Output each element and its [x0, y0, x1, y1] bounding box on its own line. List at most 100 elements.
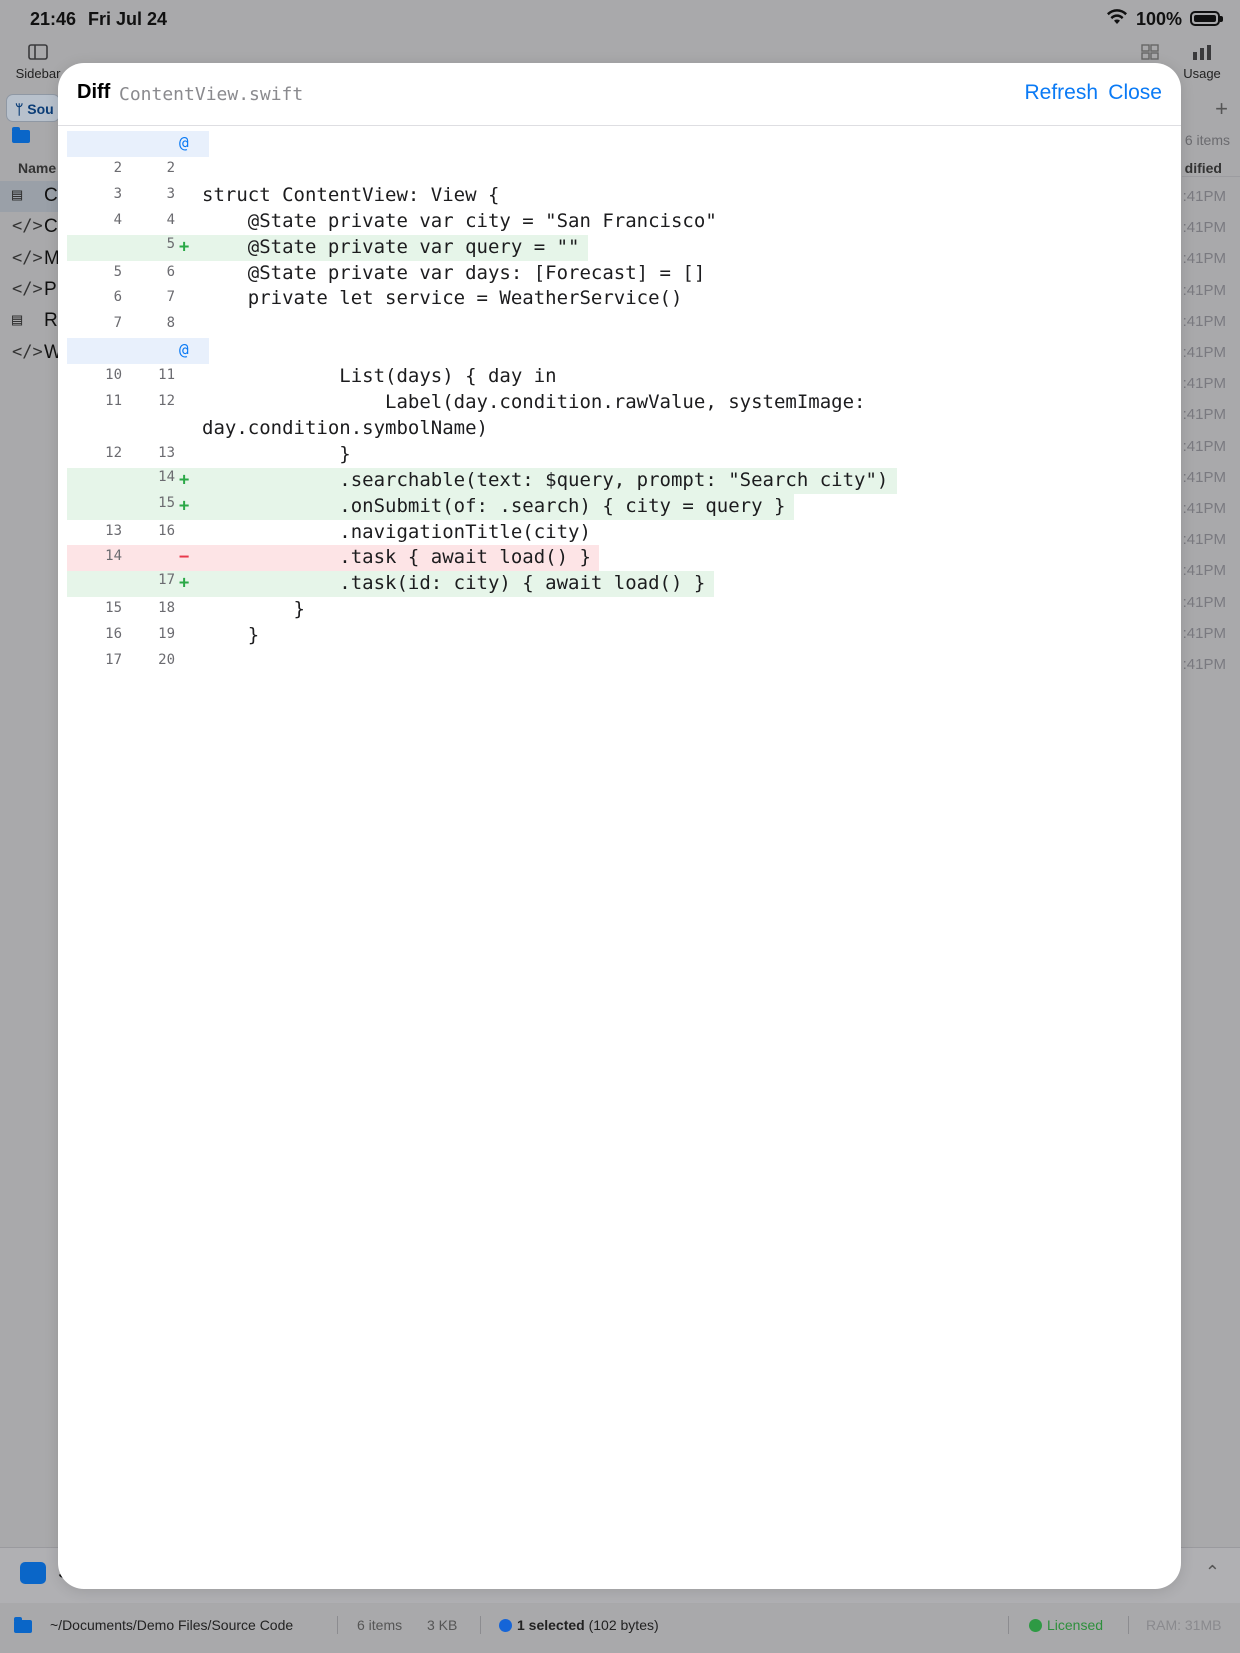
selected-bytes: (102 bytes)	[588, 1617, 659, 1633]
column-header-modified[interactable]: dified	[1185, 160, 1222, 176]
old-line-number: 16	[105, 626, 122, 643]
code-text: @State private var city = "San Francisco…	[202, 209, 717, 232]
code-text: @State private var days: [Forecast] = []	[202, 261, 706, 284]
diff-sheet: Diff ContentView.swift Refresh Close @2 2…	[58, 63, 1181, 1589]
new-line-number: 11	[158, 367, 175, 384]
wifi-icon	[1106, 9, 1128, 30]
divider	[337, 1616, 338, 1634]
hunk-marker: @	[179, 133, 189, 152]
code-icon: </>	[12, 341, 43, 362]
old-line-number: 7	[113, 315, 122, 332]
refresh-button[interactable]: Refresh	[1024, 81, 1098, 105]
verified-icon	[1029, 1619, 1042, 1632]
code-text: .onSubmit(of: .search) { city = query }	[202, 494, 786, 517]
code-icon: </>	[12, 278, 43, 299]
new-line-number: 16	[158, 522, 175, 539]
code-text: .searchable(text: $query, prompt: "Searc…	[202, 468, 889, 491]
status-date: Fri Jul 24	[88, 9, 168, 29]
old-line-number: 5	[113, 263, 122, 280]
new-line-number: 7	[166, 289, 175, 306]
path-bar[interactable]	[12, 127, 30, 148]
code-text-wrapped: day.condition.symbolName)	[202, 416, 488, 439]
new-line-number: 19	[158, 626, 175, 643]
old-line-number: 6	[113, 289, 122, 306]
file-row[interactable]: ▤ R	[0, 306, 58, 337]
column-header-name[interactable]: Name	[18, 160, 56, 176]
new-line-number: 12	[158, 393, 175, 409]
file-row[interactable]: </> W	[0, 338, 62, 369]
code-text: Label(day.condition.rawValue, systemImag…	[202, 391, 866, 413]
code-text: .task(id: city) { await load() }	[202, 572, 706, 595]
divider	[1008, 1616, 1009, 1634]
code-text: List(days) { day in	[202, 365, 557, 388]
folder-icon	[14, 1617, 32, 1636]
code-text: .task { await load() }	[202, 546, 591, 569]
code-text: private let service = WeatherService()	[202, 287, 683, 310]
file-name: C	[44, 216, 58, 238]
file-name: C	[44, 185, 58, 206]
add-tab-icon[interactable]: +	[1215, 96, 1228, 122]
old-line-number: 11	[105, 393, 122, 409]
sheet-title: Diff	[77, 81, 111, 103]
old-line-number: 3	[113, 185, 122, 202]
battery-icon	[1190, 11, 1223, 26]
file-row[interactable]: </> M	[0, 244, 60, 275]
status-bar: 21:46 Fri Jul 24 100%	[0, 0, 1240, 40]
new-line-number: 8	[166, 315, 175, 332]
new-line-number: 17	[158, 572, 175, 589]
file-name: R	[44, 310, 58, 332]
ram-usage: RAM: 31MB	[1146, 1617, 1222, 1633]
code-text: struct ContentView: View {	[202, 183, 500, 206]
divider	[480, 1616, 481, 1634]
old-line-number: 15	[105, 600, 122, 617]
code-icon: </>	[12, 247, 43, 268]
divider	[1182, 176, 1240, 177]
tab-source[interactable]: ᛘ Sou	[6, 94, 60, 122]
chevron-up-icon[interactable]: ⌃	[1205, 1562, 1220, 1583]
code-text: @State private var query = ""	[202, 235, 580, 258]
plus-sign: +	[179, 495, 190, 516]
items-count: 6 items	[1184, 132, 1230, 148]
old-line-number: 13	[105, 522, 122, 539]
new-line-number: 13	[158, 444, 175, 461]
new-line-number: 15	[158, 494, 175, 511]
sidebar-label: Sidebar	[15, 66, 61, 81]
plus-sign: +	[179, 236, 190, 257]
new-line-number: 5	[166, 235, 175, 252]
minus-sign: −	[179, 547, 190, 568]
toolbox-icon[interactable]	[20, 1562, 46, 1584]
code-text: }	[202, 442, 351, 465]
new-line-number: 4	[166, 211, 175, 228]
footer-size: 3 KB	[427, 1617, 458, 1633]
file-row[interactable]: </> C	[0, 212, 58, 243]
new-line-number: 3	[166, 185, 175, 202]
doc-icon: ▤	[12, 310, 23, 331]
status-indicators: 100%	[1106, 9, 1182, 30]
file-name: P	[44, 278, 57, 300]
old-line-number: 4	[113, 211, 122, 228]
footer-path: ~/Documents/Demo Files/Source Code	[50, 1617, 294, 1633]
status-time: 21:46	[30, 9, 77, 29]
folder-icon	[12, 127, 30, 143]
license-label: Licensed	[1047, 1617, 1104, 1633]
new-line-number: 6	[166, 263, 175, 280]
new-line-number: 18	[158, 600, 175, 617]
code-icon: </>	[12, 216, 43, 237]
sheet-filename: ContentView.swift	[119, 84, 304, 105]
old-line-number: 14	[105, 548, 122, 565]
chart-bars-icon	[1174, 44, 1230, 66]
file-row[interactable]: </> P	[0, 275, 58, 306]
sheet-header: Diff ContentView.swift Refresh Close	[58, 63, 1181, 126]
old-line-number: 10	[105, 367, 122, 384]
license-status: Licensed	[1029, 1617, 1103, 1633]
code-text: }	[202, 624, 260, 647]
usage-button[interactable]: Usage	[1174, 44, 1230, 81]
tab-source-label: Sou	[27, 101, 54, 117]
plus-sign: +	[179, 573, 190, 594]
old-line-number: 2	[113, 159, 122, 176]
selected-count: 1 selected	[517, 1617, 585, 1633]
close-button[interactable]: Close	[1108, 81, 1162, 105]
file-row[interactable]: ▤ C	[0, 181, 58, 212]
branch-icon: ᛘ	[15, 101, 24, 117]
new-line-number: 2	[166, 159, 175, 176]
